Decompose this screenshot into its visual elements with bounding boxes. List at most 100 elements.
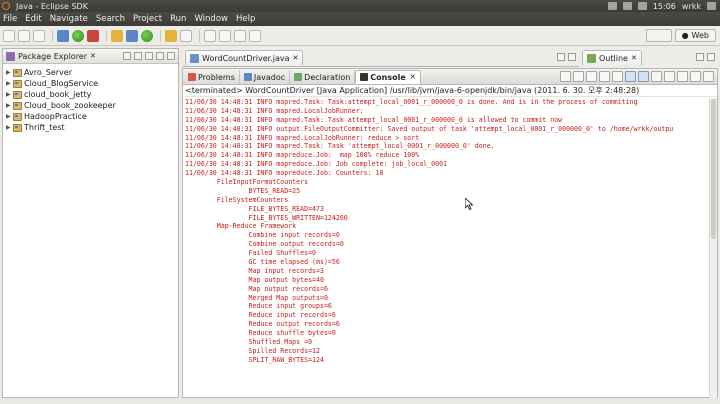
console-line: 11/06/30 14:48:31 INFO mapred.Task: Task… xyxy=(185,142,495,151)
close-icon[interactable]: ✕ xyxy=(631,54,637,62)
status-bar xyxy=(0,398,720,404)
minimize-icon[interactable] xyxy=(557,53,565,61)
menu-bar: File Edit Navigate Search Project Run Wi… xyxy=(0,12,720,26)
editor-area: WordCountDriver.java ✕ xyxy=(183,48,579,67)
remove-all-icon[interactable] xyxy=(586,71,597,82)
console-output[interactable]: 11/06/30 14:48:31 INFO mapred.Task: Task… xyxy=(183,97,717,393)
tab-console[interactable]: Console ✕ xyxy=(355,70,421,84)
external-tools-icon[interactable] xyxy=(87,29,99,42)
console-line: Shuffled Maps =0 xyxy=(185,338,313,347)
console-scrollbar[interactable] xyxy=(709,98,717,398)
menu-search[interactable]: Search xyxy=(96,14,125,24)
clock[interactable]: 15:06 xyxy=(653,2,676,11)
tab-declaration[interactable]: Declaration xyxy=(290,70,356,84)
link-editor-icon[interactable] xyxy=(134,52,142,60)
open-perspective-button[interactable] xyxy=(645,29,672,42)
console-line: 11/06/30 14:48:31 INFO mapred.LocalJobRu… xyxy=(185,106,364,115)
tree-item[interactable]: ▶ Cloud_BlogService xyxy=(3,78,178,89)
debug-icon[interactable] xyxy=(57,29,69,42)
editor-tab-wordcountdriver[interactable]: WordCountDriver.java ✕ xyxy=(185,50,304,65)
tab-problems[interactable]: Problems xyxy=(184,70,240,84)
clear-console-icon[interactable] xyxy=(599,71,610,82)
console-line: FILE_BYTES_READ=473 xyxy=(185,204,324,213)
package-explorer-tab[interactable]: Package Explorer ✕ xyxy=(3,49,178,64)
menu-file[interactable]: File xyxy=(3,14,17,24)
tree-item[interactable]: ▶ HadoopPractice xyxy=(3,111,178,122)
new-class-icon[interactable] xyxy=(141,29,153,42)
editor-tab-label: WordCountDriver.java xyxy=(202,53,290,63)
close-icon[interactable]: ✕ xyxy=(293,54,299,62)
terminate-icon[interactable] xyxy=(560,71,571,82)
volume-icon[interactable] xyxy=(637,2,647,10)
project-label: Cloud_book_zookeeper xyxy=(24,101,116,110)
pin-console-icon[interactable] xyxy=(651,71,662,82)
open-console-icon[interactable] xyxy=(677,71,688,82)
expand-arrow-icon[interactable]: ▶ xyxy=(6,69,12,76)
run-icon[interactable] xyxy=(72,29,84,42)
user-name[interactable]: wrkk xyxy=(682,2,701,11)
menu-help[interactable]: Help xyxy=(236,14,255,24)
menu-window[interactable]: Window xyxy=(194,14,228,24)
scroll-lock-icon[interactable] xyxy=(612,71,623,82)
close-icon[interactable]: ✕ xyxy=(90,52,96,60)
show-on-stderr-icon[interactable] xyxy=(638,71,649,82)
remove-launch-icon[interactable] xyxy=(573,71,584,82)
tree-item[interactable]: ▶ Avro_Server xyxy=(3,67,178,78)
expand-arrow-icon[interactable]: ▶ xyxy=(6,91,12,98)
scrollbar-thumb[interactable] xyxy=(711,99,716,239)
maximize-icon[interactable] xyxy=(703,71,714,82)
new-package-icon[interactable] xyxy=(126,29,138,42)
java-file-icon xyxy=(190,53,199,63)
tree-item[interactable]: ▶ Cloud_book_zookeeper xyxy=(3,100,178,111)
outline-title: Outline xyxy=(599,53,628,63)
menu-run[interactable]: Run xyxy=(170,14,186,24)
tab-javadoc[interactable]: Javadoc xyxy=(240,70,291,84)
expand-arrow-icon[interactable]: ▶ xyxy=(6,80,12,87)
forward-icon[interactable] xyxy=(249,29,261,42)
maximize-icon[interactable] xyxy=(568,53,576,61)
web-perspective-button[interactable]: ● Web xyxy=(674,29,716,42)
minimize-icon[interactable] xyxy=(156,52,164,60)
display-console-icon[interactable] xyxy=(664,71,675,82)
minimize-icon[interactable] xyxy=(690,71,701,82)
tree-item[interactable]: ▶ cloud_book_jetty xyxy=(3,89,178,100)
network-icon[interactable] xyxy=(622,2,632,10)
console-line: Map input records=3 xyxy=(185,266,324,275)
minimize-icon[interactable] xyxy=(696,53,704,61)
javadoc-icon xyxy=(243,73,252,81)
console-icon xyxy=(360,73,369,81)
globe-icon: ● xyxy=(681,31,689,40)
outline-tab[interactable]: Outline ✕ xyxy=(582,50,642,65)
menu-navigate[interactable]: Navigate xyxy=(50,14,88,24)
close-icon[interactable]: ✕ xyxy=(410,73,416,81)
ubuntu-logo-icon[interactable] xyxy=(0,0,12,12)
save-icon[interactable] xyxy=(18,29,30,42)
power-icon[interactable] xyxy=(707,2,716,10)
annotation-next-icon[interactable] xyxy=(204,29,216,42)
expand-arrow-icon[interactable]: ▶ xyxy=(6,113,12,120)
search-icon[interactable] xyxy=(180,29,192,42)
show-on-stdout-icon[interactable] xyxy=(625,71,636,82)
back-icon[interactable] xyxy=(234,29,246,42)
console-line: FILE_BYTES_WRITTEN=124260 xyxy=(185,213,348,222)
system-tray: 15:06 wrkk xyxy=(607,0,716,12)
annotation-prev-icon[interactable] xyxy=(219,29,231,42)
open-type-icon[interactable] xyxy=(165,29,177,42)
print-icon[interactable] xyxy=(33,29,45,42)
maximize-icon[interactable] xyxy=(167,52,175,60)
menu-project[interactable]: Project xyxy=(133,14,162,24)
menu-edit[interactable]: Edit xyxy=(25,14,41,24)
console-line: 11/06/30 14:48:31 INFO mapreduce.Job: Jo… xyxy=(185,160,448,169)
console-line: Reduce shuffle bytes=0 xyxy=(185,329,336,338)
expand-arrow-icon[interactable]: ▶ xyxy=(6,102,12,109)
mail-icon[interactable] xyxy=(607,2,617,10)
maximize-icon[interactable] xyxy=(707,53,715,61)
new-java-project-icon[interactable] xyxy=(111,29,123,42)
view-menu-icon[interactable] xyxy=(145,52,153,60)
expand-arrow-icon[interactable]: ▶ xyxy=(6,124,12,131)
tab-label: Console xyxy=(370,72,406,82)
new-icon[interactable] xyxy=(3,29,15,42)
console-line: Combine input records=0 xyxy=(185,231,340,240)
collapse-all-icon[interactable] xyxy=(123,52,131,60)
tree-item[interactable]: ▶ Thrift_test xyxy=(3,122,178,133)
